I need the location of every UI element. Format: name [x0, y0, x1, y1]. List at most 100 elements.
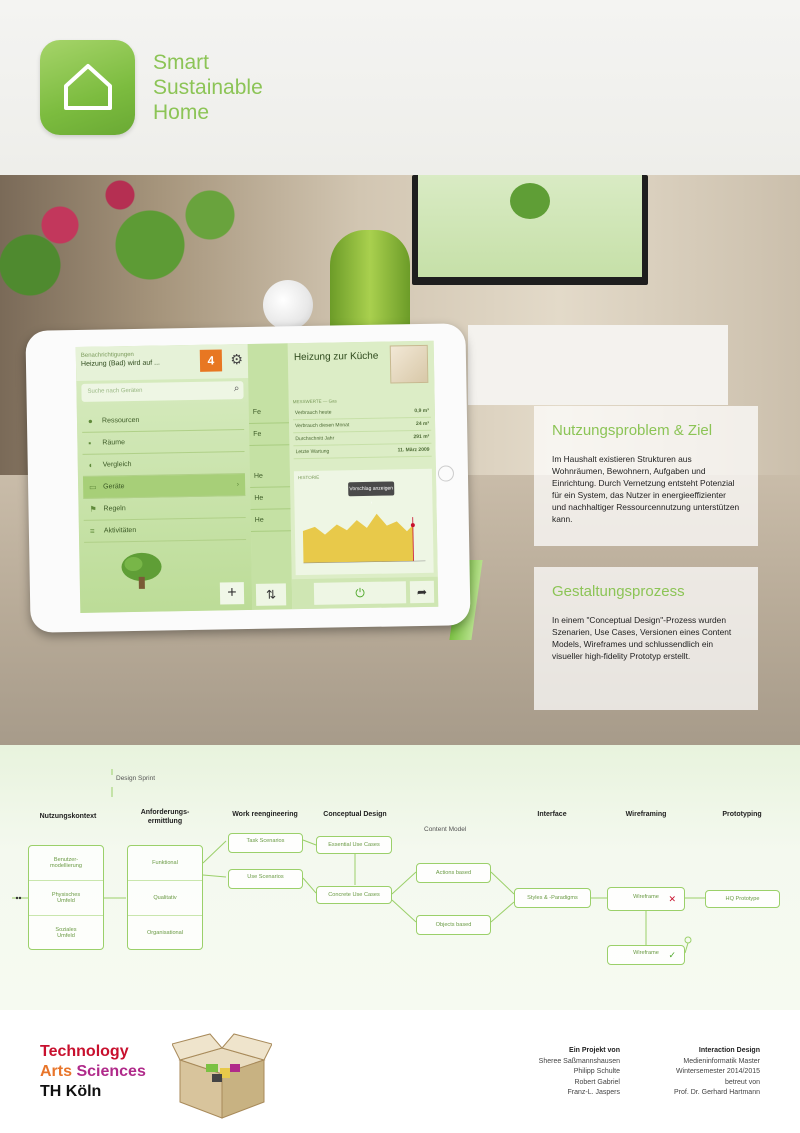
- tv: [412, 175, 648, 285]
- phase-anforderung-label: Anforderungs- ermittlung: [140, 809, 190, 825]
- room-icon: ▪: [88, 438, 92, 448]
- notification-badge[interactable]: 4: [199, 349, 223, 372]
- flowers: [0, 175, 240, 325]
- logo-sciences: Sciences: [76, 1063, 146, 1080]
- list-item[interactable]: He: [249, 465, 291, 488]
- phase-prototyping: Prototyping: [722, 811, 762, 818]
- suggestion-tooltip[interactable]: Vorschlag anzeigen ›: [348, 481, 395, 506]
- list-item[interactable]: He: [250, 509, 291, 532]
- search-icon: ⌕: [233, 383, 240, 395]
- search-input[interactable]: Suche nach Geräten ⌕: [81, 381, 244, 402]
- brand-line-3: Home: [153, 101, 210, 124]
- cell-label: Benutzer- modellierung: [49, 857, 83, 869]
- header: Smart Sustainable Home: [0, 0, 800, 175]
- measurements: MESSWERTE — Gas Verbrauch heute 0,9 m³ Ve…: [292, 397, 432, 460]
- list-item[interactable]: Fe: [248, 401, 290, 424]
- row-label: Durchschnitt Jahr: [295, 435, 335, 443]
- row-label: Letzte Wartung: [295, 448, 330, 456]
- problem-text: Im Haushalt existieren Strukturen aus Wo…: [552, 454, 740, 524]
- lamp: [263, 280, 313, 330]
- phase-wireframing: Wireframing: [625, 811, 667, 818]
- row-value: 291 m³: [413, 433, 430, 441]
- box-label: Essential Use Cases: [328, 842, 380, 848]
- tablet: Benachrichtigungen Heizung (Bad) wird au…: [25, 323, 471, 633]
- tablet-home-button[interactable]: [437, 465, 455, 482]
- actions-based-box: Actions based: [416, 863, 491, 883]
- course-line: Wintersemester 2014/2015: [675, 1068, 760, 1075]
- wireframe-box-1: Wireframe ✕: [607, 887, 685, 911]
- cabinet: [468, 325, 728, 405]
- cell-label: Soziales Umfeld: [55, 927, 77, 939]
- brand-line-1: Smart: [153, 51, 210, 74]
- sliders-button[interactable]: ⇅: [255, 583, 287, 606]
- notification-bar[interactable]: Benachrichtigungen Heizung (Bad) wird au…: [75, 343, 249, 381]
- menu-item-aktivitaeten[interactable]: ≡ Aktivitäten: [83, 518, 247, 543]
- design-sprint-label: Design Sprint: [116, 775, 156, 782]
- box-logo-icon: [172, 1033, 272, 1119]
- menu-item-vergleich[interactable]: ◐ Vergleich: [82, 452, 245, 477]
- phase-nutzungskontext: Nutzungskontext: [39, 813, 97, 820]
- tree-icon: [510, 183, 550, 219]
- author-name: Sheree Saßmannshausen: [538, 1057, 620, 1065]
- process-arrows: [12, 769, 705, 954]
- power-button[interactable]: ⏻: [313, 581, 407, 605]
- chevron-right-icon: ›: [236, 481, 240, 489]
- box-label: Task Scenarios: [246, 838, 285, 844]
- box-label: Actions based: [435, 870, 472, 876]
- anforderung-cell: Organisational: [146, 930, 184, 936]
- phase-anforderung: Anforderungs- ermittlung: [124, 808, 206, 826]
- menu-item-label: Aktivitäten: [103, 526, 137, 535]
- menu-item-ressourcen[interactable]: ● Ressourcen: [81, 408, 245, 433]
- add-button[interactable]: +: [219, 582, 245, 605]
- list-item[interactable]: Fe: [249, 423, 290, 446]
- phase-work-reengineering: Work reengineering: [232, 811, 298, 818]
- kontext-cell: Physisches Umfeld: [29, 881, 103, 916]
- brand-name: Smart Sustainable Home: [153, 50, 263, 125]
- drop-icon: ●: [87, 416, 93, 426]
- menu-item-geraete[interactable]: ▭ Geräte ›: [82, 474, 246, 499]
- close-icon: ✕: [668, 894, 676, 904]
- author-name: Robert Gabriel: [574, 1078, 620, 1086]
- objects-based-box: Objects based: [416, 915, 491, 935]
- device-icon: ▭: [89, 482, 97, 492]
- anforderung-cell: Funktional: [128, 846, 202, 881]
- box-label: Wireframe: [633, 950, 659, 956]
- anforderung-cell: Qualitativ: [128, 881, 202, 916]
- author-name: Franz-L. Jaspers: [567, 1089, 620, 1096]
- process-text: In einem "Conceptual Design"-Prozess wur…: [552, 615, 732, 661]
- project-credits: Ein Projekt von Sheree Saßmannshausen Ph…: [470, 1046, 620, 1099]
- content-model-label: Content Model: [424, 826, 467, 833]
- search-placeholder: Suche nach Geräten: [87, 387, 143, 395]
- process-card: Gestaltungsprozess In einem "Conceptual …: [534, 567, 758, 710]
- course-line: betreut von: [724, 1078, 760, 1086]
- row-label: Verbrauch heute: [294, 409, 332, 417]
- action-bar: ⏻ ➦: [291, 576, 439, 610]
- activity-icon: ≡: [89, 526, 95, 536]
- problem-title: Nutzungsproblem & Ziel: [552, 422, 713, 439]
- logo-th-koeln: TH Köln: [40, 1083, 102, 1100]
- chart-point: [410, 523, 415, 528]
- phase-conceptual-design: Conceptual Design: [323, 811, 387, 818]
- course-line: Medieninformatik Master: [683, 1057, 760, 1065]
- section-label: MESSWERTE — Gas: [292, 398, 337, 405]
- menu-item-raeume[interactable]: ▪ Räume: [82, 430, 245, 455]
- menu-item-label: Regeln: [103, 505, 126, 513]
- tv-screen: [418, 175, 642, 277]
- box-label: HQ Prototype: [725, 896, 760, 902]
- kontext-column: Benutzer- modellierung Physisches Umfeld…: [28, 845, 104, 950]
- chart-area: [302, 513, 414, 564]
- box-label: Styles & -Paradigms: [527, 895, 578, 901]
- wireframe-box-2: Wireframe ✓: [607, 945, 685, 965]
- concrete-use-cases-box: Concrete Use Cases: [316, 886, 392, 904]
- course-heading: Interaction Design: [698, 1047, 760, 1054]
- share-button[interactable]: ➦: [409, 580, 435, 604]
- row-value: 0,9 m³: [414, 407, 429, 415]
- logo-technology: Technology: [40, 1043, 129, 1060]
- menu-item-regeln[interactable]: ⚑ Regeln: [83, 496, 246, 521]
- gear-icon[interactable]: ⚙: [230, 351, 243, 368]
- list-item[interactable]: He: [250, 487, 291, 510]
- problem-card: Nutzungsproblem & Ziel Im Haushalt exist…: [534, 406, 758, 546]
- footer: Technology Arts Sciences TH Köln Ein Pro…: [0, 1010, 800, 1133]
- credits-heading: Ein Projekt von: [569, 1047, 620, 1054]
- university-logo: Technology Arts Sciences TH Köln: [40, 1042, 146, 1102]
